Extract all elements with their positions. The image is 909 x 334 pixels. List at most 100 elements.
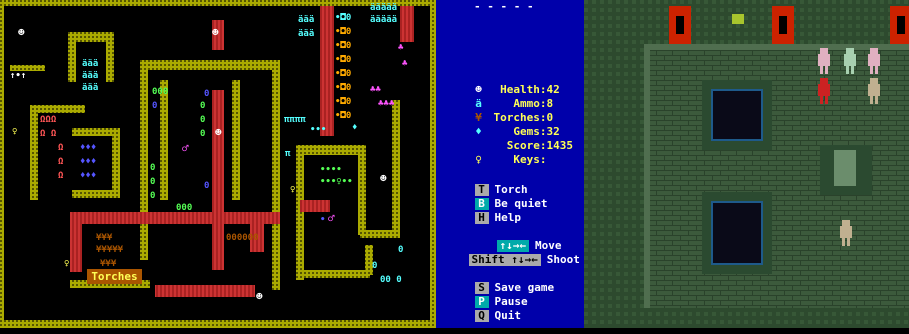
skeleton-icon bbox=[875, 66, 878, 74]
torches-room-label: Torches bbox=[87, 269, 142, 284]
statue-icon bbox=[834, 150, 856, 186]
wall-texture bbox=[112, 128, 120, 198]
skeleton-icon bbox=[851, 66, 854, 74]
gem-icon: ♦♦♦ bbox=[80, 171, 96, 181]
help-key[interactable]: H bbox=[474, 212, 489, 224]
skeleton-icon bbox=[868, 84, 880, 96]
wall-texture bbox=[300, 270, 370, 278]
npc-icon: ☻ bbox=[380, 172, 387, 185]
skeleton-icon bbox=[842, 238, 845, 246]
skeleton-icon bbox=[818, 84, 830, 96]
skeleton-icon bbox=[844, 54, 856, 66]
boulder-icon: 0 bbox=[398, 245, 403, 255]
skeleton-icon bbox=[870, 66, 873, 74]
wall-texture bbox=[296, 145, 366, 155]
sidebar: - - - - - ☻ Health:42 ä Ammo:8 ¥ Torches:0 … bbox=[436, 0, 584, 328]
wall-texture bbox=[160, 80, 168, 200]
red-wall bbox=[155, 285, 255, 297]
boulder-icon: 0 bbox=[150, 177, 155, 187]
skeleton-icon bbox=[820, 78, 828, 84]
wall-texture bbox=[68, 32, 76, 82]
banner-icon bbox=[779, 16, 787, 34]
red-wall bbox=[70, 212, 82, 272]
boulder-icon: 00 0 bbox=[380, 275, 402, 285]
gem-icon: •◘0 bbox=[335, 69, 351, 79]
skeleton-icon bbox=[825, 96, 828, 104]
torch-icon: ¥¥¥ bbox=[100, 259, 117, 269]
wall-texture bbox=[140, 60, 280, 70]
dungeon-map bbox=[584, 0, 909, 328]
door-icon: π bbox=[285, 149, 291, 159]
gem-icon: • bbox=[320, 215, 325, 225]
skeleton-icon bbox=[846, 48, 854, 54]
wall-texture bbox=[232, 80, 240, 200]
gem-icon: •◘0 bbox=[335, 13, 351, 23]
wall-texture bbox=[72, 190, 120, 198]
lion-icon: Ω Ω bbox=[40, 129, 57, 139]
arrow-icon: ↑•↑ bbox=[10, 71, 26, 81]
plant-icon: ♣♣♣ bbox=[378, 99, 395, 109]
gem-icon: •◘0 bbox=[335, 83, 351, 93]
skeleton-icon bbox=[846, 66, 849, 74]
ammo-icon: äää bbox=[82, 59, 98, 69]
scroll-icon: ♂ bbox=[182, 142, 189, 155]
boulder-icon: 0 bbox=[150, 191, 155, 201]
wall-texture bbox=[30, 105, 85, 113]
boulder-icon: 000 bbox=[176, 203, 192, 213]
lion-icon: Ω bbox=[58, 171, 64, 181]
red-wall bbox=[300, 200, 330, 212]
torch-icon: ¥¥¥¥¥ bbox=[96, 245, 124, 255]
key-icon: ♀ bbox=[12, 127, 17, 137]
banner-icon bbox=[897, 16, 905, 34]
skeleton-icon bbox=[840, 226, 852, 238]
wall-texture bbox=[360, 230, 400, 238]
wall-texture bbox=[106, 32, 114, 82]
gem-icon: ••• bbox=[310, 125, 326, 135]
gem-icon: •◘0 bbox=[335, 111, 351, 121]
npc-icon: ☻ bbox=[215, 126, 222, 139]
skeleton-icon bbox=[825, 66, 828, 74]
wall-texture bbox=[30, 105, 38, 200]
skeleton-icon bbox=[820, 66, 823, 74]
ammo-icon: äää bbox=[82, 71, 98, 81]
boulder-icon: 0 bbox=[372, 261, 377, 271]
boulder-icon: 0 bbox=[152, 101, 157, 111]
boulder-icon: 0 bbox=[200, 129, 205, 139]
dungeon-view bbox=[584, 0, 909, 328]
keys-icon: ♀ bbox=[475, 153, 482, 166]
skeleton-icon bbox=[820, 48, 828, 54]
gem-row-icon: •••♀•• bbox=[320, 177, 353, 187]
boulder-icon: 0 bbox=[200, 115, 205, 125]
gem-icon: ♦ bbox=[352, 123, 357, 133]
red-wall bbox=[400, 6, 414, 42]
chest-icon bbox=[732, 14, 744, 24]
gem-icon: ♦♦♦ bbox=[80, 157, 96, 167]
door-icon: ππππ bbox=[284, 115, 306, 125]
plant-icon: ♣♣ bbox=[370, 85, 381, 95]
shoot-keys[interactable]: Shift ↑↓→← bbox=[468, 254, 541, 266]
skeleton-icon bbox=[870, 96, 873, 104]
npc-icon: ☻ bbox=[212, 26, 219, 39]
skeleton-icon bbox=[875, 96, 878, 104]
boulder-icon: 0 bbox=[200, 101, 205, 111]
plant-icon: ♣ bbox=[398, 43, 404, 53]
gem-icon: •◘0 bbox=[335, 27, 351, 37]
lion-icon: Ω bbox=[58, 143, 64, 153]
torch-icon: ¥¥¥ bbox=[96, 233, 113, 243]
gem-icon: •◘0 bbox=[335, 41, 351, 51]
lion-icon: Ω bbox=[58, 157, 64, 167]
floor-edge bbox=[644, 44, 909, 50]
ammo-icon: äää bbox=[298, 29, 314, 39]
red-wall bbox=[212, 90, 224, 270]
boulder-icon: 0 bbox=[204, 89, 209, 99]
npc-icon: ☻ bbox=[256, 290, 263, 303]
banner-icon bbox=[676, 16, 684, 34]
wall-texture bbox=[296, 145, 304, 280]
quit-command[interactable]: Q Quit bbox=[448, 298, 521, 334]
wall-texture bbox=[272, 60, 280, 290]
quit-key[interactable]: Q bbox=[474, 310, 489, 322]
wall-texture bbox=[140, 60, 148, 260]
pit bbox=[711, 89, 763, 141]
skeleton-icon bbox=[870, 48, 878, 54]
gem-icon: •◘0 bbox=[335, 97, 351, 107]
